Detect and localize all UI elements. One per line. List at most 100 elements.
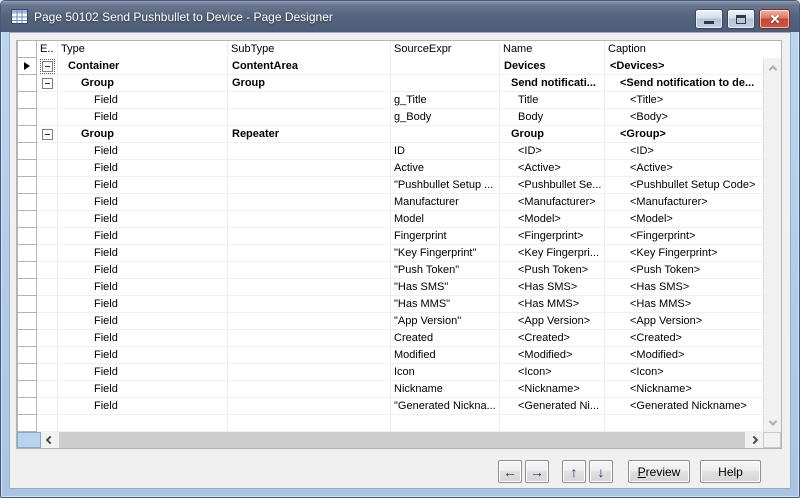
cell-source[interactable] [391,126,500,143]
grid-row[interactable]: Field"App Version"<App Version><App Vers… [17,313,765,330]
maximize-button[interactable] [727,9,755,29]
cell-name[interactable]: <Modified> [500,347,605,364]
cell-caption[interactable]: <Model> [605,211,765,228]
cell-caption[interactable]: <Manufacturer> [605,194,765,211]
cell-caption[interactable]: <Created> [605,330,765,347]
cell-subtype[interactable] [228,245,391,262]
row-selector[interactable] [17,160,37,177]
cell-subtype[interactable]: Group [228,75,391,92]
cell-source[interactable]: Icon [391,364,500,381]
grid-row[interactable]: FieldManufacturer<Manufacturer><Manufact… [17,194,765,211]
cell-caption[interactable]: <Icon> [605,364,765,381]
cell-type[interactable]: Group [58,126,228,143]
cell-type[interactable]: Field [58,279,228,296]
grid-row[interactable]: Fieldg_TitleTitle<Title> [17,92,765,109]
minimize-button[interactable] [695,9,723,29]
grid-row[interactable]: FieldID<ID><ID> [17,143,765,160]
collapse-minus-icon[interactable] [42,61,53,72]
grid-row[interactable]: FieldIcon<Icon><Icon> [17,364,765,381]
grid-row[interactable]: FieldModified<Modified><Modified> [17,347,765,364]
cell-type[interactable]: Field [58,330,228,347]
cell-type[interactable]: Field [58,211,228,228]
cell-source[interactable]: "App Version" [391,313,500,330]
grid-row[interactable]: Field "Generated Nickna...<Generated Ni..… [17,398,765,415]
scroll-left-button[interactable] [41,432,59,448]
cell-type[interactable]: Field [58,364,228,381]
close-button[interactable] [759,9,790,29]
cell-caption[interactable]: <Send notification to de... [605,75,765,92]
cell-caption[interactable]: <Pushbullet Setup Code> [605,177,765,194]
cell-type[interactable]: Field [58,109,228,126]
cell-type[interactable]: Container [58,58,228,75]
cell-subtype[interactable] [228,92,391,109]
row-selector[interactable] [17,194,37,211]
grid-row[interactable]: Field"Has MMS"<Has MMS><Has MMS> [17,296,765,313]
cell-caption[interactable]: <Body> [605,109,765,126]
cell-name[interactable]: Send notificati... [500,75,605,92]
cell-type[interactable]: Field [58,381,228,398]
cell-subtype[interactable] [228,109,391,126]
move-right-button[interactable]: → [525,460,549,483]
cell-type[interactable]: Field [58,296,228,313]
grid-row[interactable]: Field"Has SMS"<Has SMS><Has SMS> [17,279,765,296]
cell-type[interactable]: Field [58,398,228,415]
row-selector[interactable] [17,415,37,432]
cell-name[interactable]: <Has MMS> [500,296,605,313]
cell-caption[interactable]: <App Version> [605,313,765,330]
cell-subtype[interactable] [228,160,391,177]
cell-source[interactable]: "Generated Nickna... [391,398,500,415]
cell-name[interactable]: <Active> [500,160,605,177]
row-selector[interactable] [17,296,37,313]
cell-caption[interactable]: <Nickname> [605,381,765,398]
cell-name[interactable]: Title [500,92,605,109]
cell-source[interactable] [391,58,500,75]
cell-source[interactable]: g_Body [391,109,500,126]
grid-row[interactable]: ContainerContentAreaDevices<Devices> [17,58,765,75]
cell-subtype[interactable] [228,296,391,313]
cell-name[interactable]: <Model> [500,211,605,228]
cell-subtype[interactable] [228,415,391,432]
collapse-minus-icon[interactable] [42,129,53,140]
cell-name[interactable]: <Key Fingerpri... [500,245,605,262]
cell-subtype[interactable] [228,194,391,211]
row-selector[interactable] [17,279,37,296]
grid-row[interactable] [17,415,765,432]
cell-caption[interactable]: <Modified> [605,347,765,364]
cell-subtype[interactable] [228,228,391,245]
cell-subtype[interactable] [228,398,391,415]
cell-type[interactable]: Field [58,347,228,364]
cell-type[interactable]: Group [58,75,228,92]
cell-subtype[interactable] [228,330,391,347]
cell-source[interactable]: "Has MMS" [391,296,500,313]
grid-row[interactable]: Field"Key Fingerprint"<Key Fingerpri...<… [17,245,765,262]
row-selector[interactable] [17,245,37,262]
cell-subtype[interactable] [228,262,391,279]
cell-subtype[interactable]: Repeater [228,126,391,143]
grid-row[interactable]: FieldFingerprint<Fingerprint><Fingerprin… [17,228,765,245]
horizontal-scrollbar[interactable] [17,432,781,448]
grid-row[interactable]: FieldNickname<Nickname><Nickname> [17,381,765,398]
cell-subtype[interactable] [228,381,391,398]
row-selector[interactable] [17,228,37,245]
cell-name[interactable]: <Generated Ni... [500,398,605,415]
cell-type[interactable]: Field [58,228,228,245]
grid-row[interactable]: Field"Pushbullet Setup ...<Pushbullet Se… [17,177,765,194]
row-selector[interactable] [17,262,37,279]
cell-caption[interactable]: <Fingerprint> [605,228,765,245]
help-button[interactable]: Help [700,460,761,483]
cell-subtype[interactable] [228,279,391,296]
cell-caption[interactable]: <Generated Nickname> [605,398,765,415]
cell-caption[interactable]: <Group> [605,126,765,143]
row-selector[interactable] [17,75,37,92]
scroll-right-button[interactable] [745,432,763,448]
cell-type[interactable]: Field [58,177,228,194]
cell-subtype[interactable] [228,211,391,228]
cell-name[interactable]: <Pushbullet Se... [500,177,605,194]
cell-caption[interactable]: <Has MMS> [605,296,765,313]
row-selector[interactable] [17,126,37,143]
grid-row[interactable]: FieldModel<Model><Model> [17,211,765,228]
cell-type[interactable]: Field [58,160,228,177]
cell-source[interactable]: "Key Fingerprint" [391,245,500,262]
row-selector[interactable] [17,211,37,228]
cell-source[interactable]: Nickname [391,381,500,398]
